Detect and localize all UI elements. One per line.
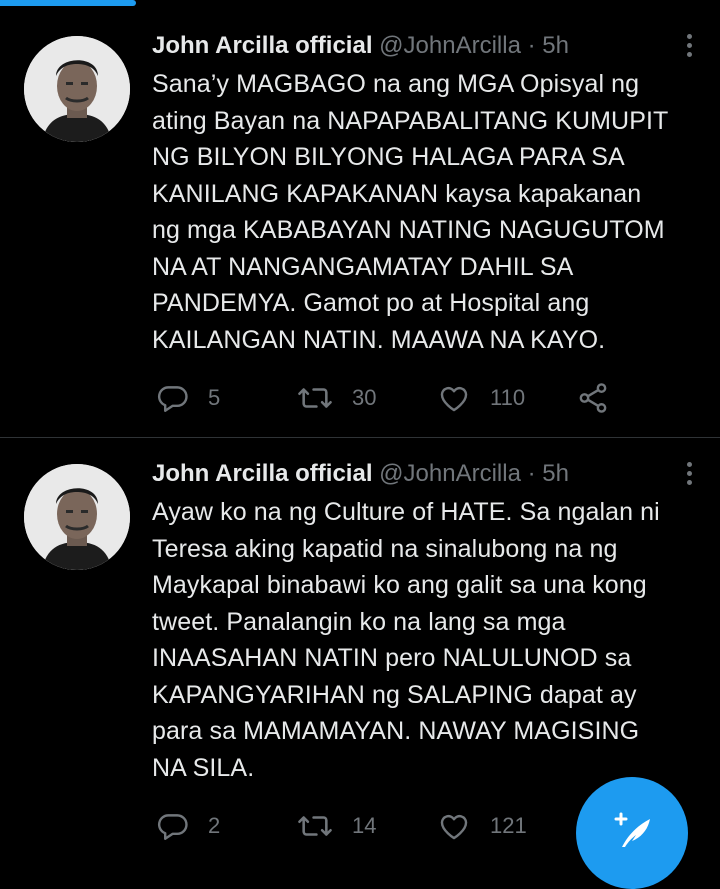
retweet-button[interactable]: 30 <box>296 378 376 418</box>
reply-count: 5 <box>208 385 221 410</box>
tweet-text-line: KAPANGYARIHAN ng SALAPING dapat ay <box>152 680 637 709</box>
more-vertical-icon[interactable] <box>684 34 694 60</box>
tweet-text-line: Maykapal binabawi ko ang galit sa una ko… <box>152 571 647 599</box>
tweet-text-line: NG BILYON BILYONG HALAGA PARA SA <box>152 143 625 171</box>
author-handle[interactable]: @JohnArcilla <box>379 32 521 59</box>
timestamp[interactable]: 5h <box>542 32 569 59</box>
like-button[interactable]: 110 <box>436 378 525 418</box>
reply-count: 2 <box>208 813 221 838</box>
reply-button[interactable]: 5 <box>156 378 220 418</box>
compose-tweet-button[interactable] <box>576 777 688 889</box>
tweet-text-line: Teresa aking kapatid na sinalubong na ng <box>152 534 618 563</box>
tweet-actions: 5 30 110 <box>156 378 626 418</box>
more-vertical-icon[interactable] <box>684 462 694 488</box>
retweet-button[interactable]: 14 <box>296 806 376 846</box>
avatar[interactable] <box>24 36 130 142</box>
tweet-text-line: ating Bayan na NAPAPABALITANG KUMUPIT <box>152 106 669 135</box>
tweet-header: John Arcilla official @JohnArcilla · 5h <box>152 458 660 490</box>
retweet-icon <box>298 816 332 836</box>
avatar[interactable] <box>24 464 130 570</box>
heart-icon <box>440 814 468 840</box>
reply-icon <box>157 814 188 840</box>
tweet-header: John Arcilla official @JohnArcilla · 5h <box>152 30 660 62</box>
tweet-text-line: NA AT NANGANGAMATAY DAHIL SA <box>152 252 574 281</box>
author-name[interactable]: John Arcilla official <box>152 460 373 487</box>
author-handle[interactable]: @JohnArcilla <box>379 460 521 487</box>
tweet-text-line: Sana’y MAGBAGO na ang MGA Opisyal ng <box>152 70 640 98</box>
timestamp[interactable]: 5h <box>542 460 569 487</box>
retweet-count: 14 <box>352 813 377 838</box>
tweet-text-line: KAILANGAN NATIN. MAAWA NA KAYO. <box>152 325 606 354</box>
compose-feather-icon <box>614 812 650 847</box>
author-name[interactable]: John Arcilla official <box>152 32 373 59</box>
tweet-actions: 2 14 121 <box>156 806 626 846</box>
tweet-text-line: ng mga KABABAYAN NATING NAGUGUTOM <box>152 216 665 244</box>
tweet-text: Sana’y MAGBAGO na ang MGA Opisyal ng ati… <box>152 66 704 358</box>
like-button[interactable]: 121 <box>436 806 527 846</box>
tweet-text-line: INAASAHAN NATIN pero NALULUNOD sa <box>152 644 632 672</box>
tweet-text-line: para sa MAMAMAYAN. NAWAY MAGISING <box>152 717 640 745</box>
reply-icon <box>157 386 188 412</box>
share-button[interactable] <box>576 378 610 418</box>
tweet-text-line: PANDEMYA. Gamot po at Hospital ang <box>152 289 590 317</box>
reply-button[interactable]: 2 <box>156 806 220 846</box>
retweet-icon <box>298 388 332 408</box>
retweet-count: 30 <box>352 385 377 410</box>
tweet-text-line: KANILANG KAPAKANAN kaysa kapakanan <box>152 179 642 208</box>
tweet[interactable]: John Arcilla official @JohnArcilla · 5h … <box>0 0 720 437</box>
separator: · <box>527 460 536 487</box>
like-count: 110 <box>490 385 526 410</box>
separator: · <box>527 32 536 59</box>
heart-icon <box>440 386 468 412</box>
tweet-text-line: tweet. Panalangin ko na lang sa mga <box>152 607 566 636</box>
like-count: 121 <box>490 813 527 838</box>
tweet-text-line: Ayaw ko na ng Culture of HATE. Sa ngalan… <box>152 498 660 526</box>
share-icon <box>579 383 607 413</box>
tweet-text: Ayaw ko na ng Culture of HATE. Sa ngalan… <box>152 494 704 786</box>
